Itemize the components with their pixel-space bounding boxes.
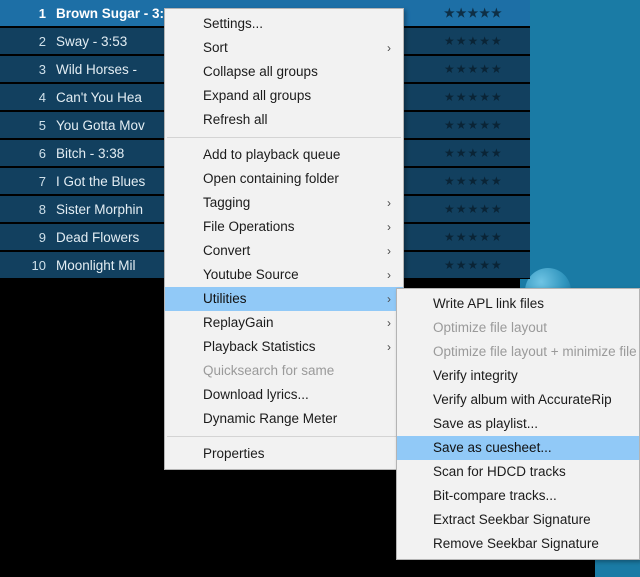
context-menu-item-label: Playback Statistics [203,339,316,354]
context-menu-item-label: Dynamic Range Meter [203,411,338,426]
playlist-row-index: 2 [38,33,46,49]
chevron-right-icon: › [387,41,391,55]
utilities-submenu[interactable]: Write APL link files Optimize file layout… [396,288,640,560]
context-menu-item[interactable]: Utilities › [165,287,403,311]
utilities-submenu-item-label: Verify integrity [433,368,518,383]
context-menu-item-label: Properties [203,446,265,461]
chevron-right-icon: › [387,268,391,282]
playlist-row-index: 1 [38,5,46,21]
utilities-submenu-item[interactable]: Verify integrity [397,364,639,388]
utilities-submenu-item-label: Save as playlist... [433,416,539,431]
context-menu-item[interactable]: Sort › [165,36,403,60]
utilities-submenu-item-label: Remove Seekbar Signature [433,536,599,551]
context-menu-item: Quicksearch for same [165,359,403,383]
utilities-submenu-item-label: Write APL link files [433,296,545,311]
utilities-submenu-item-label: Bit-compare tracks... [433,488,557,503]
utilities-submenu-item-label: Scan for HDCD tracks [433,464,566,479]
context-menu-item-label: Utilities [203,291,247,306]
chevron-right-icon: › [387,244,391,258]
playlist-row-index: 8 [38,201,46,217]
context-menu-item-label: ReplayGain [203,315,274,330]
playlist-row-rating-stars-icon[interactable]: ★★★★★ [444,230,530,244]
utilities-submenu-item[interactable]: Extract Seekbar Signature [397,508,639,532]
context-menu-item-label: File Operations [203,219,295,234]
context-menu-item[interactable]: Properties [165,442,403,466]
utilities-submenu-item[interactable]: Bit-compare tracks... [397,484,639,508]
context-menu-item-label: Expand all groups [203,88,312,103]
context-menu-item[interactable]: File Operations › [165,215,403,239]
playlist-row-rating-stars-icon[interactable]: ★★★★★ [444,146,530,160]
context-menu-item[interactable]: Playback Statistics › [165,335,403,359]
playlist-row-index: 9 [38,229,46,245]
playlist-row-rating-stars-icon[interactable]: ★★★★★ [444,90,530,104]
utilities-submenu-item[interactable]: Scan for HDCD tracks [397,460,639,484]
playlist-row-rating-stars-icon[interactable]: ★★★★★ [444,6,530,20]
playlist-row-rating-stars-icon[interactable]: ★★★★★ [444,62,530,76]
playlist-row-index: 6 [38,145,46,161]
context-menu-separator [167,436,401,437]
context-menu-item-label: Convert [203,243,251,258]
utilities-submenu-item[interactable]: Save as cuesheet... [397,436,639,460]
utilities-submenu-item-label: Optimize file layout [433,320,548,335]
chevron-right-icon: › [387,196,391,210]
utilities-submenu-item: Optimize file layout + minimize file [397,340,639,364]
chevron-right-icon: › [387,316,391,330]
playlist-row-rating-stars-icon[interactable]: ★★★★★ [444,258,530,272]
context-menu-item[interactable]: Refresh all [165,108,403,132]
context-menu-item-label: Add to playback queue [203,147,341,162]
context-menu-item-label: Refresh all [203,112,268,127]
utilities-submenu-item[interactable]: Save as playlist... [397,412,639,436]
context-menu-item[interactable]: Add to playback queue [165,143,403,167]
playlist-row-index: 10 [31,257,46,273]
album-art-panel [520,0,640,290]
context-menu-item[interactable]: ReplayGain › [165,311,403,335]
playlist-row-index: 5 [38,117,46,133]
context-menu-item-label: Open containing folder [203,171,339,186]
chevron-right-icon: › [387,220,391,234]
context-menu-item[interactable]: Expand all groups [165,84,403,108]
utilities-submenu-item-label: Extract Seekbar Signature [433,512,591,527]
chevron-right-icon: › [387,340,391,354]
context-menu-item[interactable]: Convert › [165,239,403,263]
context-menu-item[interactable]: Download lyrics... [165,383,403,407]
context-menu-item-label: Collapse all groups [203,64,318,79]
playlist-row-index: 4 [38,89,46,105]
playlist-row-rating-stars-icon[interactable]: ★★★★★ [444,34,530,48]
utilities-submenu-item[interactable]: Verify album with AccurateRip [397,388,639,412]
playlist-row-rating-stars-icon[interactable]: ★★★★★ [444,174,530,188]
context-menu-item[interactable]: Dynamic Range Meter [165,407,403,431]
context-menu-item-label: Tagging [203,195,251,210]
context-menu-item[interactable]: Tagging › [165,191,403,215]
context-menu-separator [167,137,401,138]
context-menu-item-label: Sort [203,40,228,55]
context-menu-item-label: Youtube Source [203,267,299,282]
context-menu-item[interactable]: Open containing folder [165,167,403,191]
context-menu[interactable]: Settings... Sort › Collapse all groups Expan… [164,8,404,470]
utilities-submenu-item-label: Verify album with AccurateRip [433,392,612,407]
context-menu-item-label: Download lyrics... [203,387,309,402]
utilities-submenu-item-label: Optimize file layout + minimize file [433,344,637,359]
utilities-submenu-item[interactable]: Write APL link files [397,292,639,316]
utilities-submenu-item[interactable]: Remove Seekbar Signature [397,532,639,556]
chevron-right-icon: › [387,292,391,306]
playlist-row-rating-stars-icon[interactable]: ★★★★★ [444,118,530,132]
context-menu-item-label: Quicksearch for same [203,363,335,378]
context-menu-item-label: Settings... [203,16,264,31]
playlist-row-rating-stars-icon[interactable]: ★★★★★ [444,202,530,216]
utilities-submenu-item: Optimize file layout [397,316,639,340]
utilities-submenu-item-label: Save as cuesheet... [433,440,552,455]
context-menu-item[interactable]: Settings... [165,12,403,36]
playlist-row-index: 3 [38,61,46,77]
playlist-row-index: 7 [38,173,46,189]
context-menu-item[interactable]: Collapse all groups [165,60,403,84]
context-menu-item[interactable]: Youtube Source › [165,263,403,287]
